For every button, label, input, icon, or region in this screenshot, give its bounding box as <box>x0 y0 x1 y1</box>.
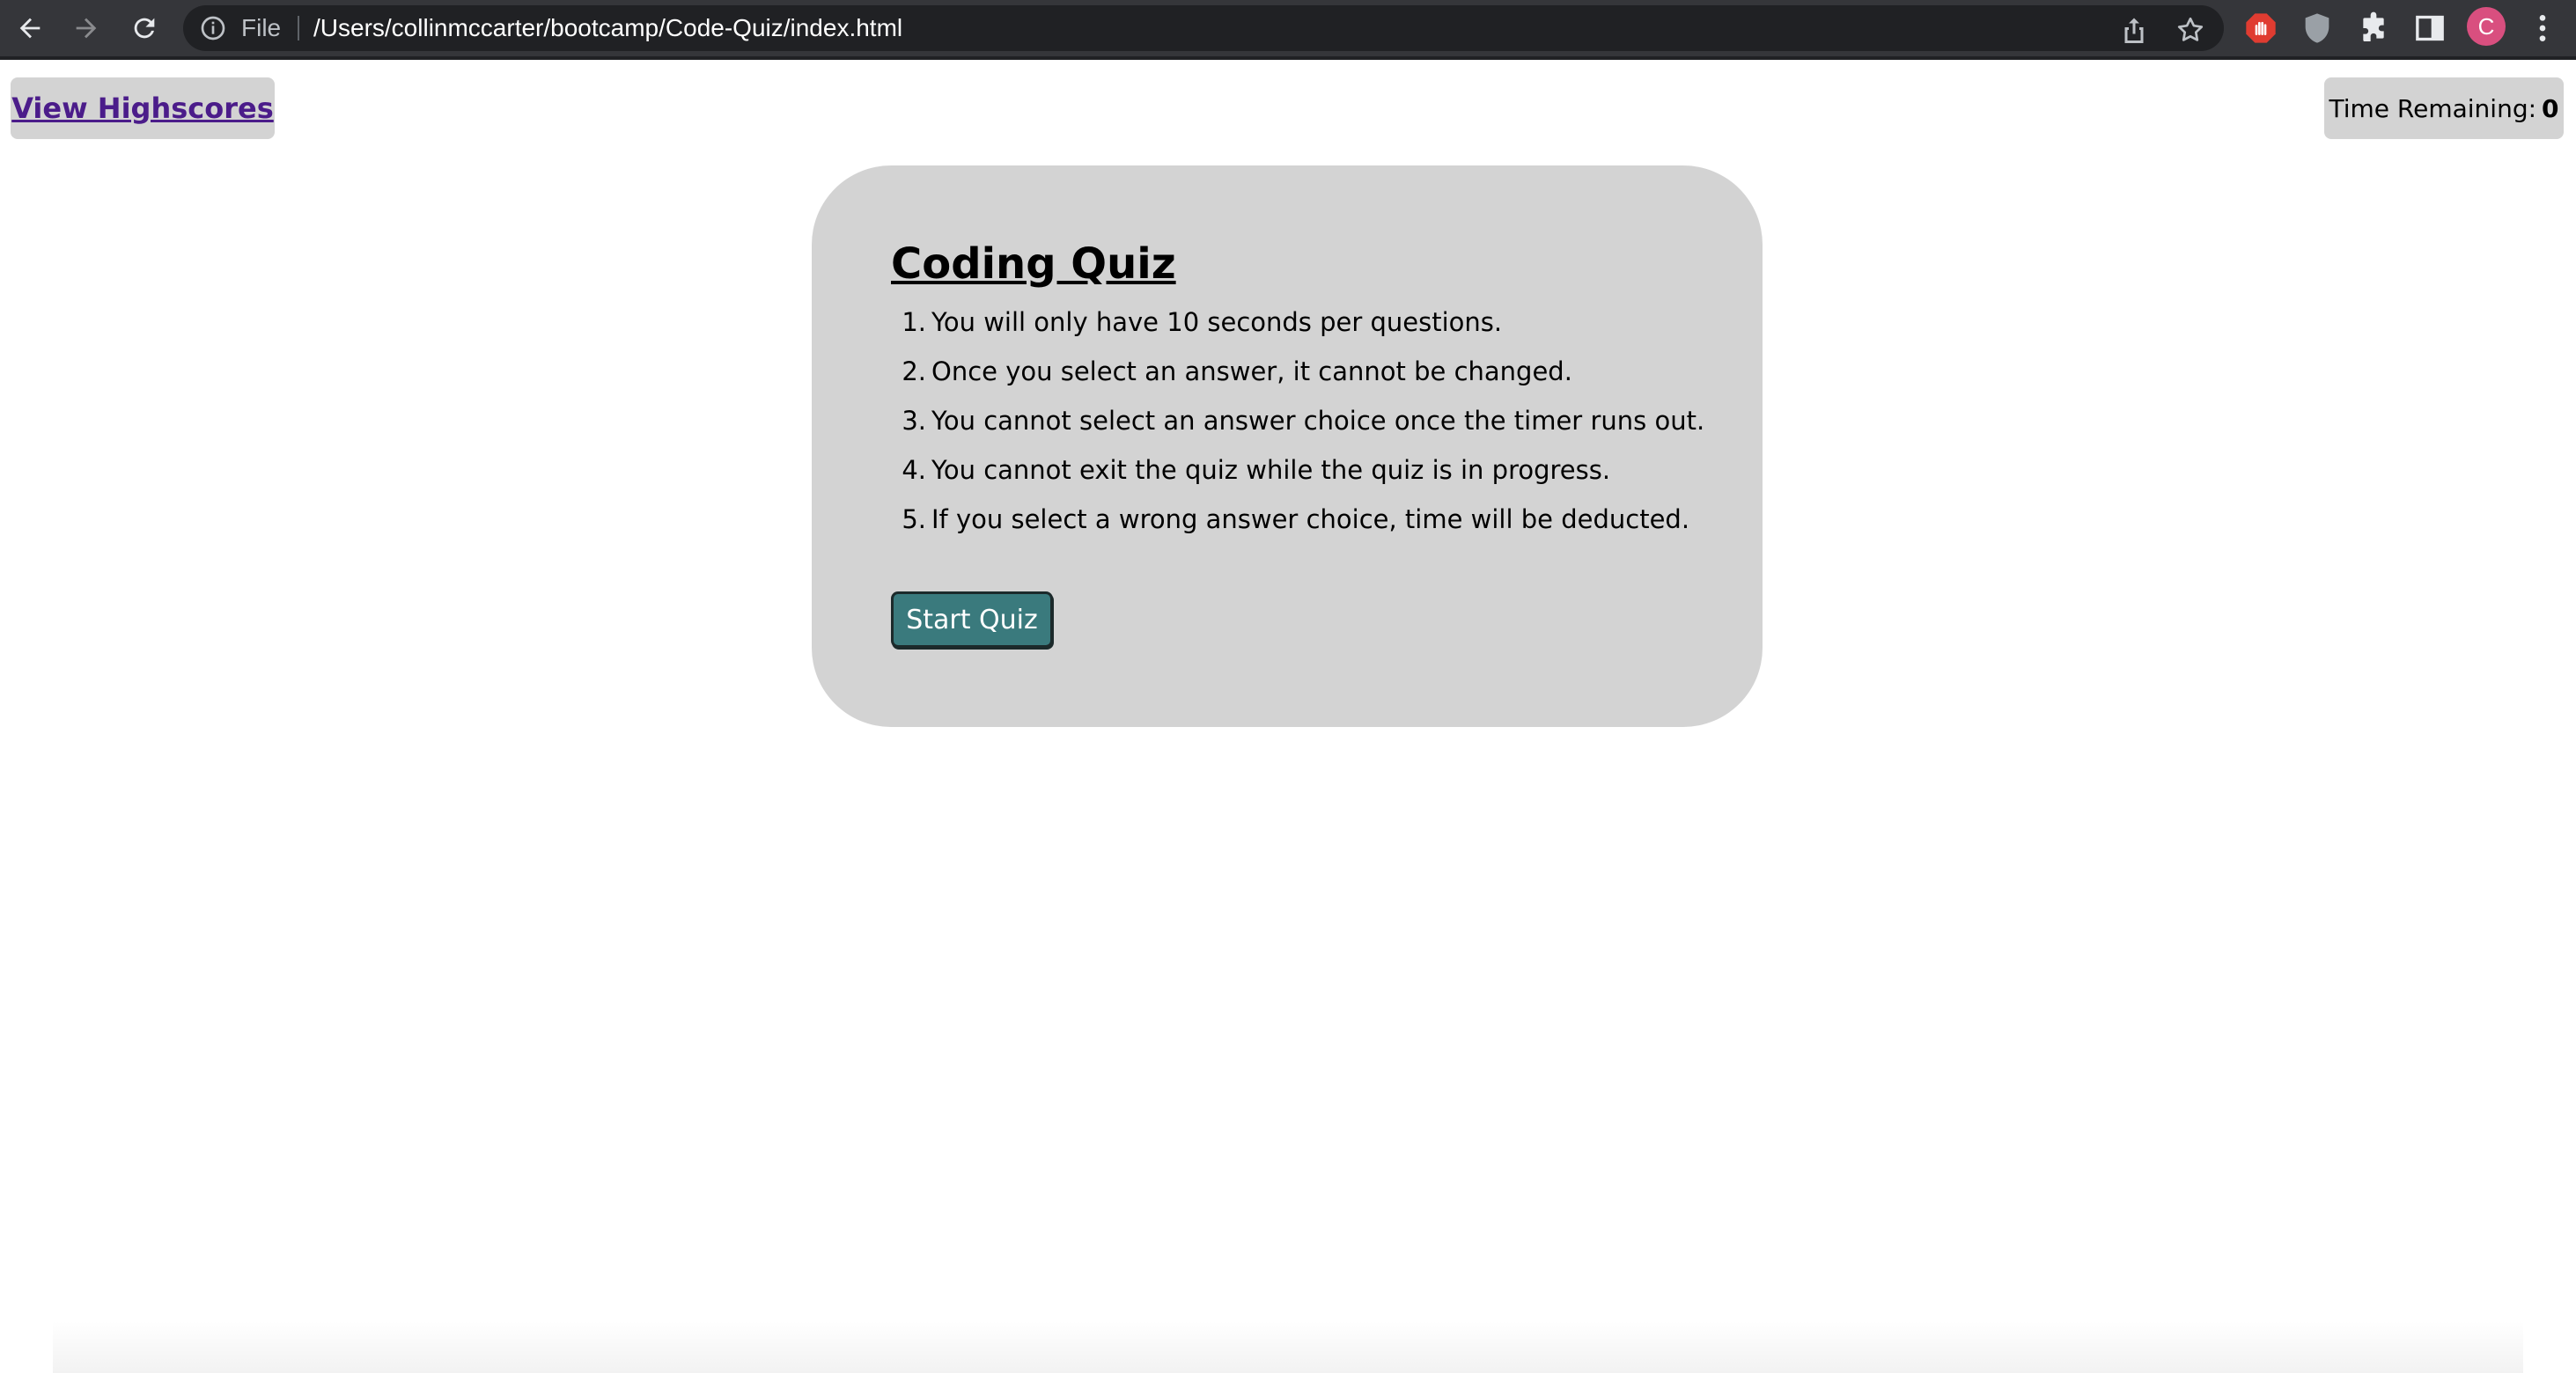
address-bar[interactable]: File /Users/collinmccarter/bootcamp/Code… <box>183 5 2224 51</box>
rules-list: 1. You will only have 10 seconds per ques… <box>891 297 1704 544</box>
reload-button[interactable] <box>121 7 167 49</box>
url-text[interactable]: /Users/collinmccarter/bootcamp/Code-Quiz… <box>313 12 902 44</box>
forward-button[interactable] <box>63 7 109 49</box>
timer-container: Time Remaining: 0 <box>2324 77 2564 139</box>
rule-number: 1. <box>902 307 926 337</box>
rule-number: 4. <box>902 455 926 485</box>
rule-text: Once you select an answer, it cannot be … <box>931 356 1572 386</box>
shield-icon[interactable] <box>2300 11 2335 46</box>
reload-icon <box>134 18 155 39</box>
rule-text: You will only have 10 seconds per questi… <box>931 307 1503 337</box>
kebab-menu-icon[interactable] <box>2525 11 2560 46</box>
rule-item: 4. You cannot exit the quiz while the qui… <box>891 445 1704 495</box>
highscores-container: View Highscores <box>11 77 275 139</box>
rule-text: If you select a wrong answer choice, tim… <box>931 504 1690 534</box>
rule-text: You cannot select an answer choice once … <box>931 406 1705 436</box>
back-button[interactable] <box>7 7 53 49</box>
rule-text: You cannot exit the quiz while the quiz … <box>931 455 1611 485</box>
timer-value: 0 <box>2542 93 2559 123</box>
puzzle-piece-icon[interactable] <box>2356 11 2391 46</box>
bookmark-star-icon[interactable] <box>2175 14 2206 46</box>
arrow-right-icon <box>76 18 97 39</box>
browser-toolbar: File /Users/collinmccarter/bootcamp/Code… <box>0 0 2576 60</box>
share-icon[interactable] <box>2118 14 2150 46</box>
url-divider <box>298 16 299 40</box>
profile-avatar[interactable]: C <box>2467 7 2506 46</box>
rule-number: 2. <box>902 356 926 386</box>
arrow-left-icon <box>19 18 40 39</box>
view-highscores-link[interactable]: View Highscores <box>11 92 274 125</box>
quiz-intro-card: Coding Quiz 1. You will only have 10 seco… <box>812 165 1763 727</box>
rule-number: 5. <box>902 504 926 534</box>
rule-number: 3. <box>902 406 926 436</box>
start-quiz-button[interactable]: Start Quiz <box>891 591 1053 648</box>
timer-label: Time Remaining: <box>2329 93 2537 123</box>
rule-item: 3. You cannot select an answer choice onc… <box>891 396 1704 445</box>
quiz-title: Coding Quiz <box>891 239 1176 289</box>
page-bottom-shadow <box>53 1320 2523 1373</box>
info-icon[interactable] <box>199 14 227 42</box>
rule-item: 5. If you select a wrong answer choice, t… <box>891 495 1704 544</box>
adblock-extension-icon[interactable] <box>2243 11 2278 46</box>
url-scheme-label: File <box>241 14 282 41</box>
side-panel-icon[interactable] <box>2412 11 2447 46</box>
rule-item: 2. Once you select an answer, it cannot b… <box>891 347 1704 396</box>
rule-item: 1. You will only have 10 seconds per ques… <box>891 297 1704 347</box>
